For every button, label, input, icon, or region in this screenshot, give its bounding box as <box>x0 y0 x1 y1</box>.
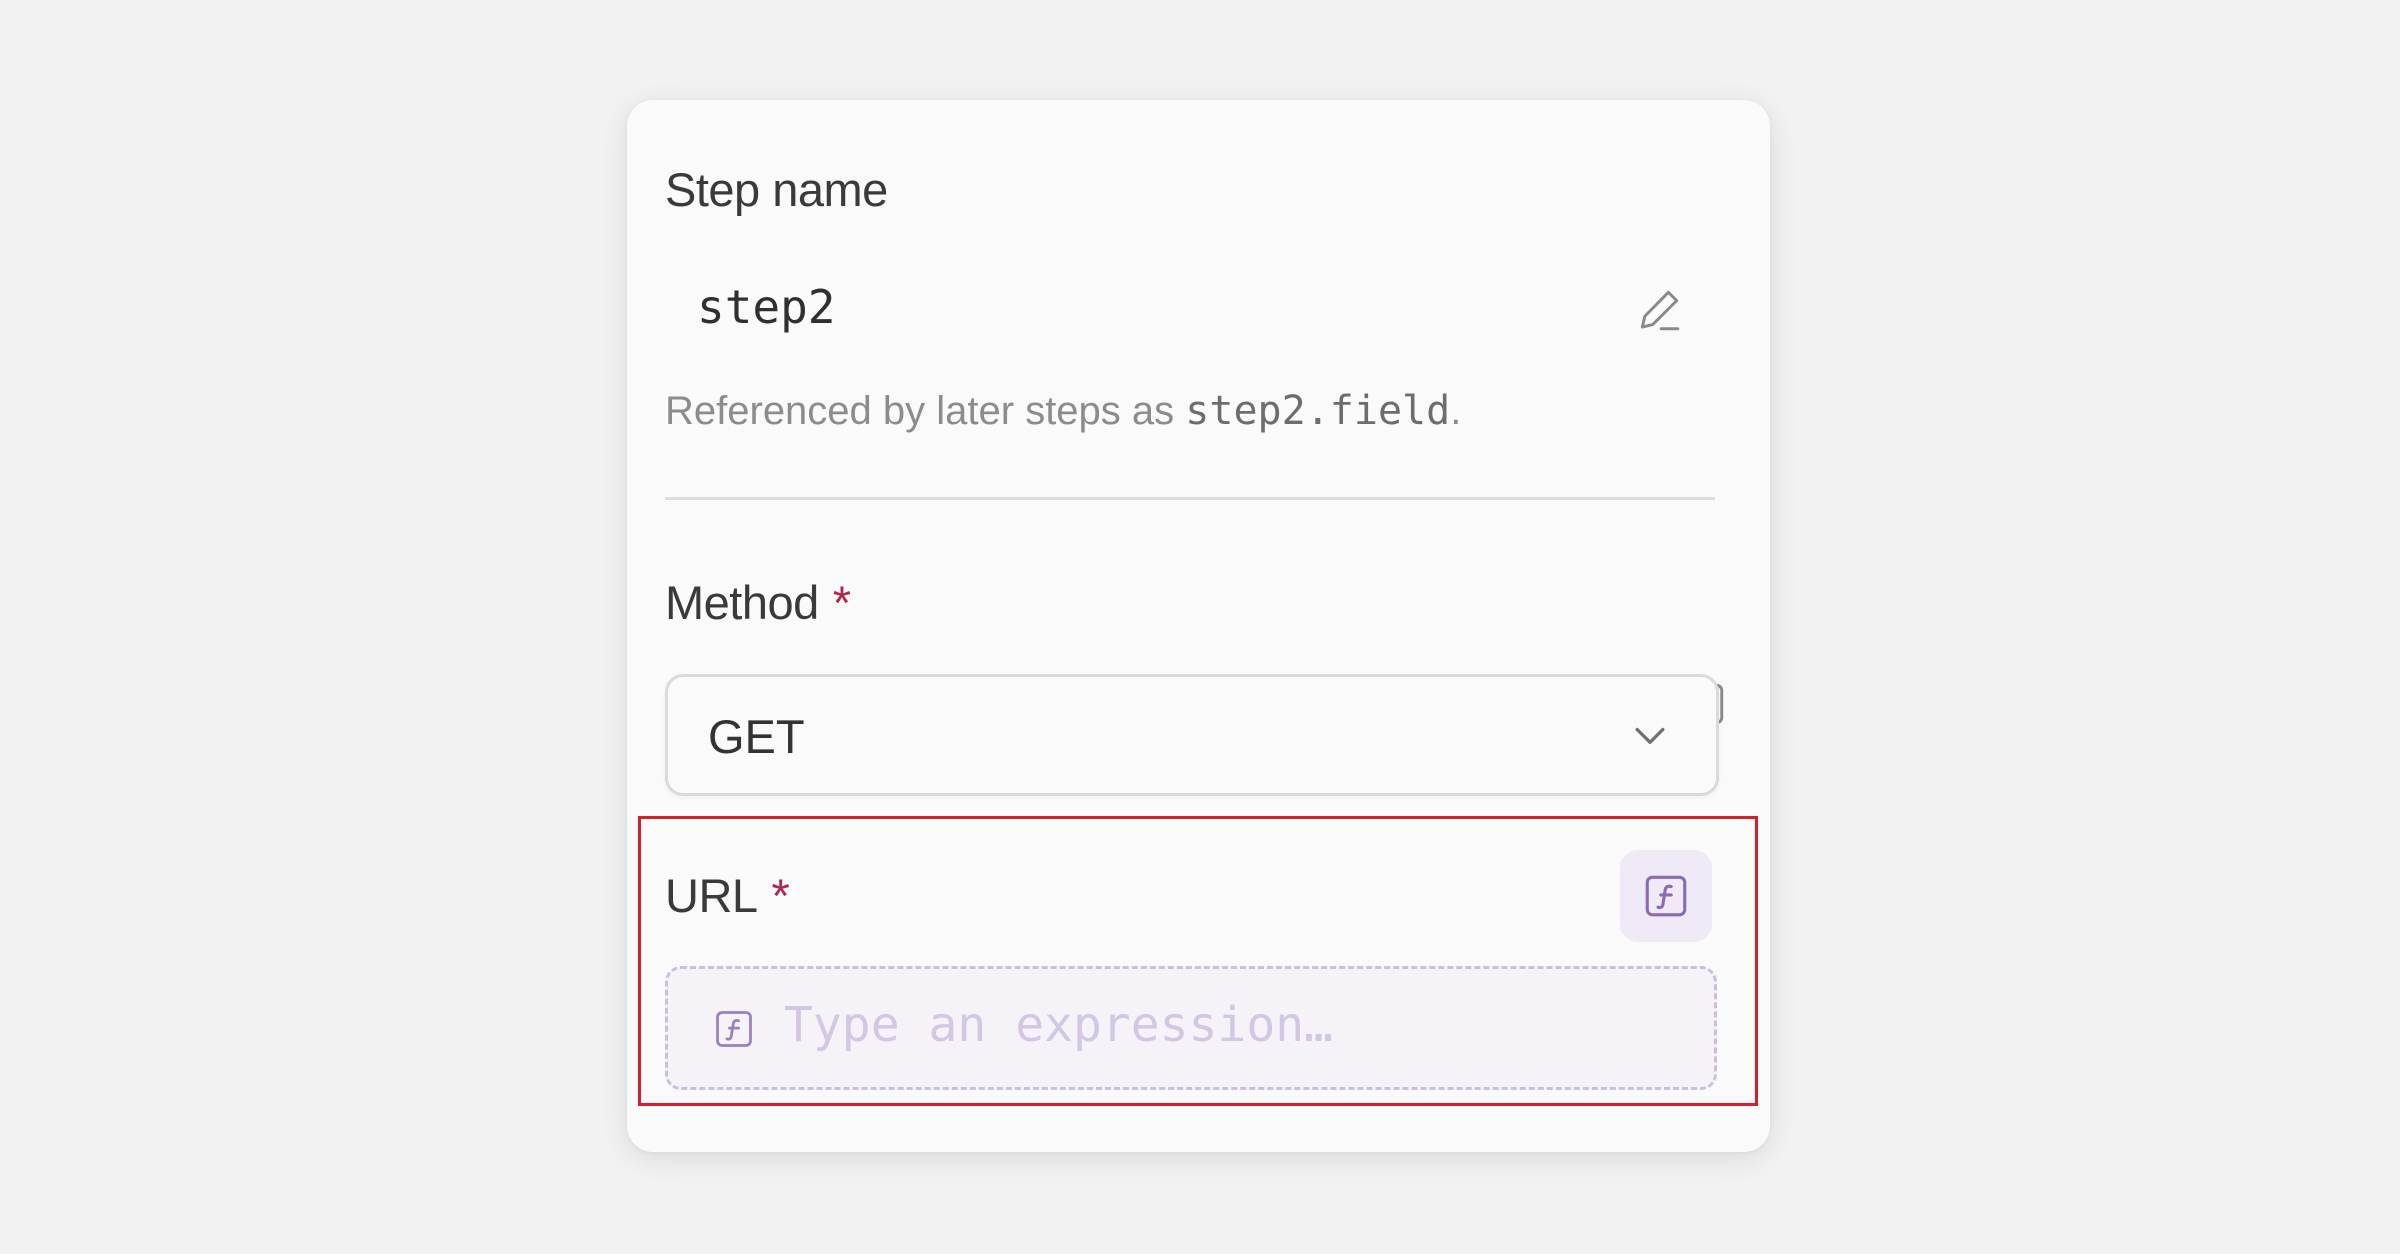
method-select[interactable]: GET <box>665 674 1719 796</box>
step-name-help-text: Referenced by later steps as step2.field… <box>665 388 1461 434</box>
help-code-reference: step2.field <box>1185 388 1451 434</box>
help-prefix: Referenced by later steps as <box>665 389 1186 433</box>
method-label-text: Method <box>665 576 819 629</box>
method-selected-value: GET <box>708 710 805 763</box>
url-required-mark: * <box>771 869 790 922</box>
method-label: Method * <box>665 575 851 630</box>
step-config-panel: Step name step2 Referenced by later step… <box>627 100 1770 1152</box>
edit-step-name-button[interactable] <box>1627 278 1691 342</box>
function-icon <box>1645 875 1687 917</box>
function-icon <box>716 1011 752 1047</box>
pencil-icon <box>1640 290 1680 331</box>
url-label: URL * <box>665 868 790 923</box>
method-required-mark: * <box>832 576 851 629</box>
url-expression-input[interactable]: Type an expression… <box>665 966 1717 1090</box>
section-divider <box>665 497 1715 500</box>
url-label-text: URL <box>665 869 758 922</box>
step-name-value: step2 <box>697 280 836 334</box>
url-placeholder: Type an expression… <box>784 997 1334 1053</box>
url-expression-toggle[interactable] <box>1620 850 1712 942</box>
step-name-label: Step name <box>665 163 888 216</box>
chevron-down-icon <box>1635 727 1665 744</box>
help-suffix: . <box>1450 389 1462 433</box>
